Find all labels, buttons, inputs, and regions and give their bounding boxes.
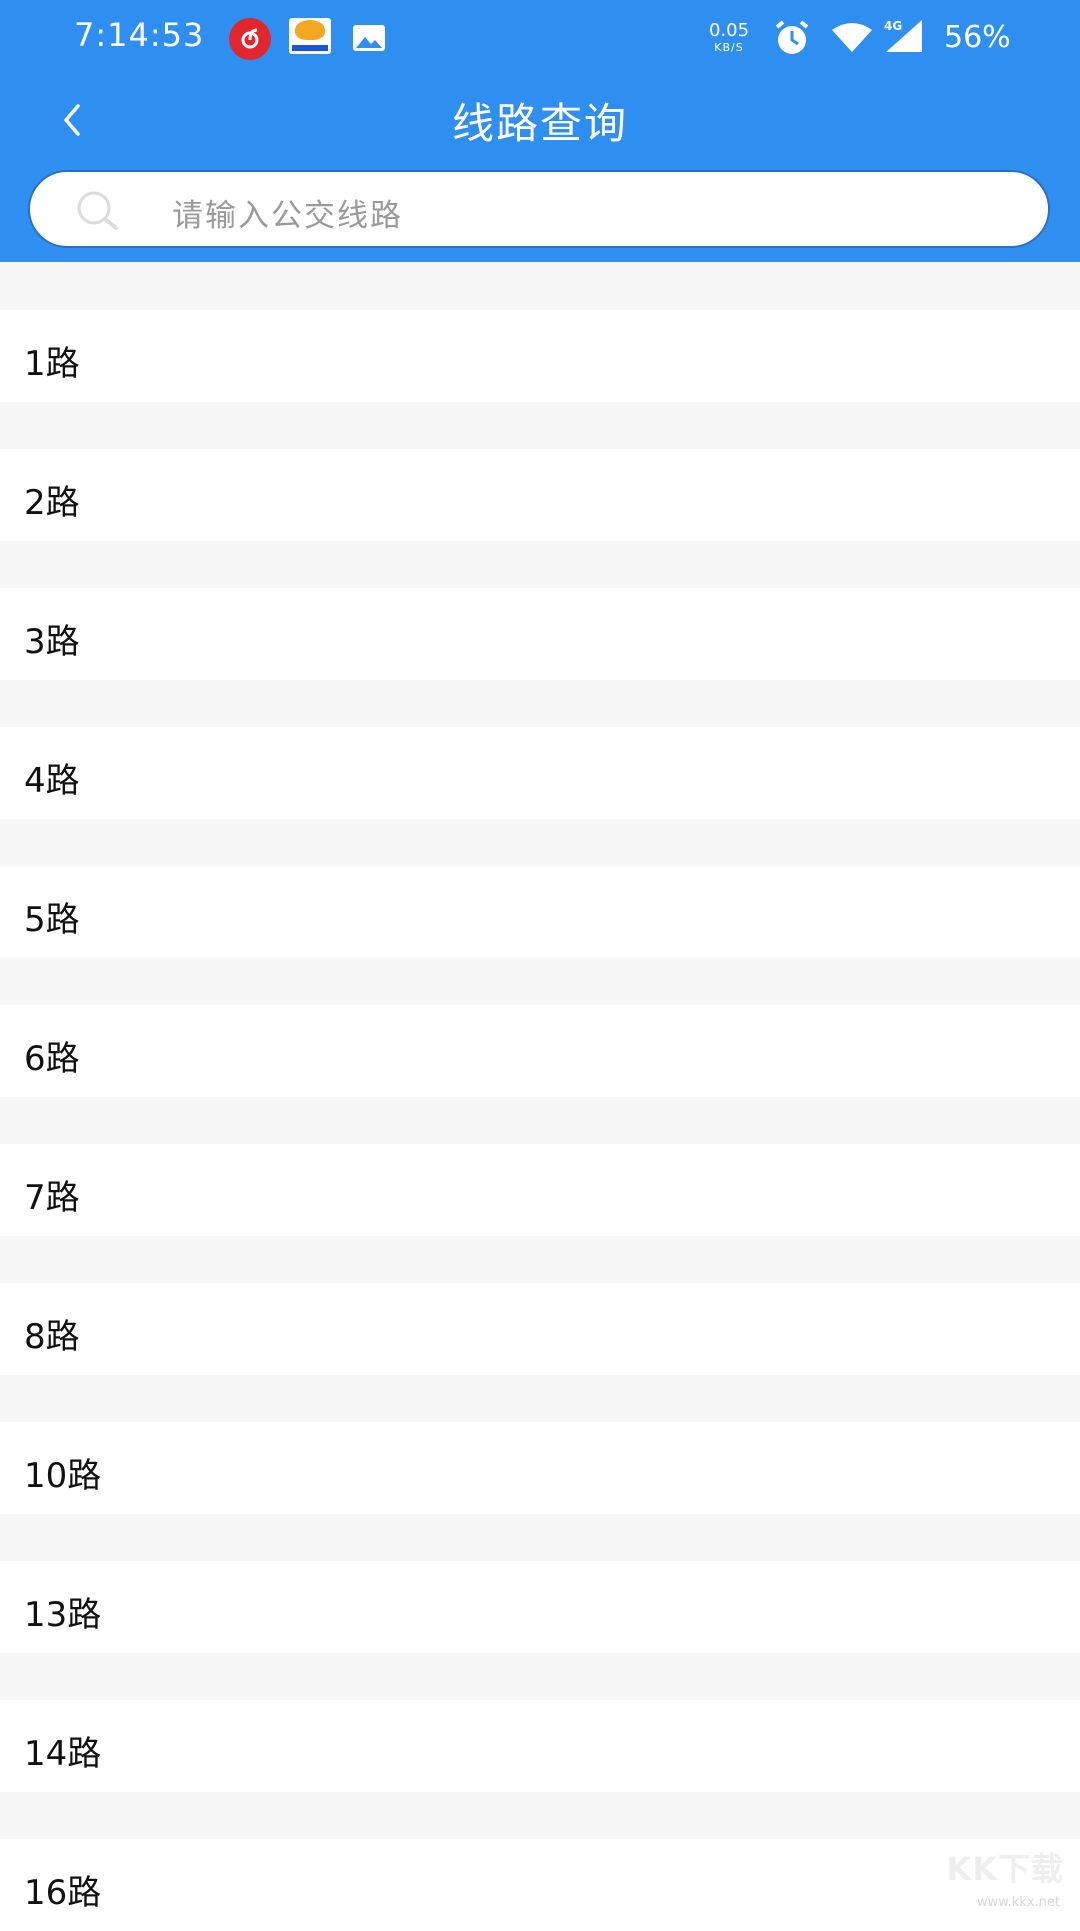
- route-item-6[interactable]: 6路: [0, 1005, 1080, 1097]
- route-label: 10路: [24, 1456, 102, 1496]
- gallery-icon: [353, 25, 385, 51]
- route-item-14[interactable]: 14路: [0, 1700, 1080, 1792]
- route-label: 6路: [24, 1039, 80, 1079]
- route-label: 8路: [24, 1317, 80, 1357]
- watermark-logo: KK下载 www.kkx.net: [944, 1850, 1064, 1910]
- status-time: 7:14:53: [74, 16, 205, 54]
- network-type: 4G: [884, 19, 902, 33]
- route-item-3[interactable]: 3路: [0, 588, 1080, 680]
- route-label: 14路: [24, 1734, 102, 1774]
- route-item-1[interactable]: 1路: [0, 310, 1080, 402]
- route-item-13[interactable]: 13路: [0, 1561, 1080, 1653]
- route-item-4[interactable]: 4路: [0, 727, 1080, 819]
- route-item-5[interactable]: 5路: [0, 866, 1080, 958]
- wifi-icon: [832, 23, 872, 52]
- route-label: 5路: [24, 900, 80, 940]
- route-label: 1路: [24, 344, 80, 384]
- route-item-2[interactable]: 2路: [0, 449, 1080, 541]
- battery-level: 56%: [944, 20, 1011, 55]
- route-label: 4路: [24, 761, 80, 801]
- search-input[interactable]: 请输入公交线路: [28, 170, 1050, 248]
- watermark-text: KK下载: [946, 1850, 1064, 1888]
- route-label: 3路: [24, 622, 80, 662]
- alarm-icon: [775, 20, 809, 54]
- network-speed: 0.05 KB/S: [706, 20, 752, 54]
- netease-music-icon: [229, 18, 271, 60]
- route-label: 2路: [24, 483, 80, 523]
- route-label: 7路: [24, 1178, 80, 1218]
- route-item-16[interactable]: 16路: [0, 1839, 1080, 1931]
- status-bar: 7:14:53 0.05 KB/S 4G 56%: [0, 0, 1080, 76]
- game-app-icon: [289, 18, 331, 54]
- route-item-8[interactable]: 8路: [0, 1283, 1080, 1375]
- route-list: 1路 2路 3路 4路 5路 6路 7路 8路 10路 13路 14路 16路: [0, 262, 1080, 1931]
- network-speed-value: 0.05: [708, 20, 750, 41]
- route-label: 16路: [24, 1873, 102, 1913]
- route-item-7[interactable]: 7路: [0, 1144, 1080, 1236]
- signal-4g-icon: 4G: [884, 19, 922, 52]
- app-header: 7:14:53 0.05 KB/S 4G 56% 线路查询 请输入公交线路: [0, 0, 1080, 262]
- title-bar: 线路查询: [0, 76, 1080, 166]
- network-speed-unit: KB/S: [714, 41, 744, 54]
- search-placeholder: 请输入公交线路: [172, 198, 403, 234]
- route-item-10[interactable]: 10路: [0, 1422, 1080, 1514]
- watermark-url: www.kkx.net: [976, 1895, 1060, 1910]
- route-label: 13路: [24, 1595, 102, 1635]
- page-title: 线路查询: [451, 99, 628, 148]
- search-icon: [77, 191, 118, 230]
